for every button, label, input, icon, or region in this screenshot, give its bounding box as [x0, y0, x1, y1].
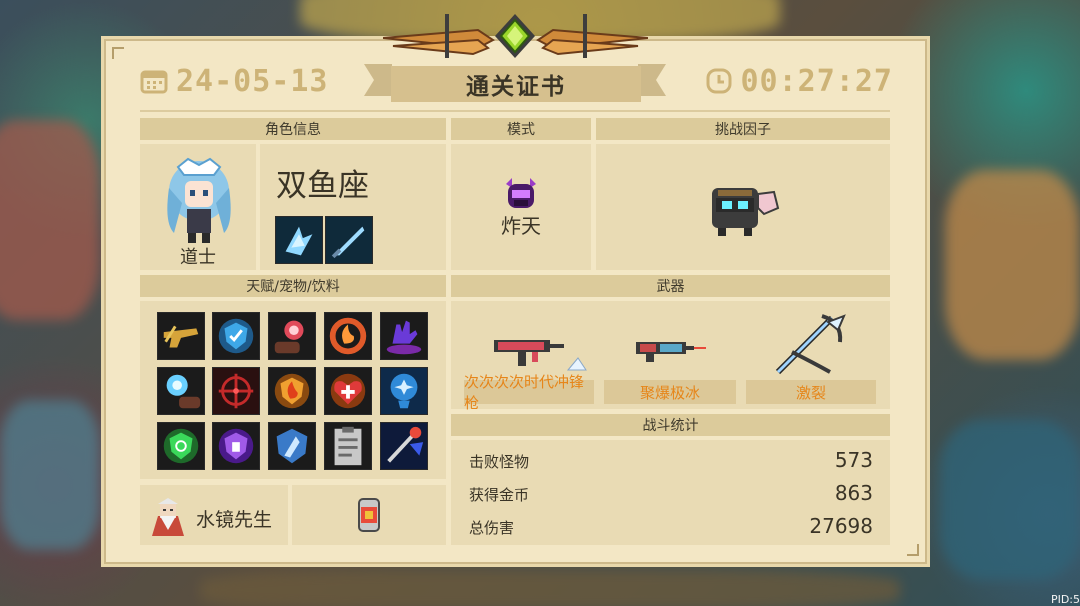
red-orb-talent-icon[interactable] — [268, 312, 316, 360]
weapon-2-label: 聚爆极冰 — [604, 380, 736, 404]
certificate-title: 通关证书 — [391, 66, 641, 102]
ice-sword-skill-icon[interactable] — [325, 216, 373, 264]
weapon-1-label: 次次次次时代冲锋枪 — [464, 373, 594, 412]
calendar-icon — [140, 70, 168, 94]
green-shield-talent-icon[interactable] — [157, 422, 205, 470]
purple-helmet-icon — [506, 178, 536, 208]
section-header-challenge-factor: 挑战因子 — [596, 118, 890, 140]
red-crosshair-talent-icon[interactable] — [212, 367, 260, 415]
background-scene-left-bottom — [0, 400, 100, 550]
stat-value: 863 — [834, 481, 873, 505]
purple-hand-talent-icon[interactable] — [380, 312, 428, 360]
ice-wings-skill-icon[interactable] — [275, 216, 323, 264]
character-class: 道士 — [180, 247, 216, 268]
character-name: 双鱼座 — [276, 168, 369, 204]
golden-rifle-talent-icon[interactable] — [157, 312, 205, 360]
background-scene-right-bottom — [940, 420, 1080, 580]
purple-shield-talent-icon[interactable] — [212, 422, 260, 470]
blue-brain-talent-icon[interactable] — [380, 367, 428, 415]
pisces-character-icon — [167, 157, 231, 243]
flame-ring-talent-icon[interactable] — [324, 312, 372, 360]
time-text: 00:27:27 — [740, 63, 893, 99]
date-display: 24-05-13 — [140, 62, 329, 100]
mode-label: 炸天 — [501, 214, 541, 238]
section-header-mode: 模式 — [451, 118, 591, 140]
player-id: PID:5 — [1050, 593, 1080, 606]
weapon-3-label: 激裂 — [746, 380, 876, 404]
corner-ornament — [907, 544, 919, 556]
background-scene-right — [945, 170, 1080, 360]
blue-shield-talent-icon[interactable] — [212, 312, 260, 360]
clipboard-talent-icon[interactable] — [324, 422, 372, 470]
stat-label: 总伤害 — [469, 519, 515, 537]
clock-icon — [706, 68, 731, 94]
red-rifle-weapon-icon[interactable] — [492, 330, 588, 374]
robot-pig-icon[interactable] — [704, 182, 782, 238]
drink-can-icon[interactable] — [357, 497, 381, 533]
pet-name: 水镜先生 — [196, 509, 273, 531]
background-scene-left — [0, 120, 100, 320]
frost-gun-weapon-icon[interactable] — [634, 336, 706, 362]
winged-gem-crest-icon — [383, 14, 648, 58]
section-header-talents: 天赋/宠物/饮料 — [140, 275, 446, 297]
time-display: 00:27:27 — [705, 62, 894, 100]
background-scene-bottom — [200, 570, 900, 606]
stat-label: 获得金币 — [469, 486, 530, 504]
date-text: 24-05-13 — [176, 63, 329, 99]
heart-cross-talent-icon[interactable] — [324, 367, 372, 415]
old-sage-pet-icon[interactable] — [148, 496, 188, 538]
section-header-weapons: 武器 — [451, 275, 890, 297]
ice-shield-talent-icon[interactable] — [268, 422, 316, 470]
divider — [140, 110, 890, 112]
blue-orb-talent-icon[interactable] — [157, 367, 205, 415]
stat-row-damage: 总伤害 27698 — [469, 514, 873, 538]
fire-shield-talent-icon[interactable] — [268, 367, 316, 415]
ice-crossbow-weapon-icon[interactable] — [772, 312, 846, 378]
corner-ornament — [112, 47, 124, 59]
magic-staff-talent-icon[interactable] — [380, 422, 428, 470]
section-header-battle-stats: 战斗统计 — [451, 414, 890, 436]
stat-label: 击败怪物 — [469, 453, 530, 471]
stat-value: 27698 — [809, 514, 873, 538]
section-header-character-info: 角色信息 — [140, 118, 446, 140]
stat-row-gold: 获得金币 863 — [469, 481, 873, 505]
stat-value: 573 — [834, 448, 873, 472]
stat-row-kills: 击败怪物 573 — [469, 448, 873, 472]
